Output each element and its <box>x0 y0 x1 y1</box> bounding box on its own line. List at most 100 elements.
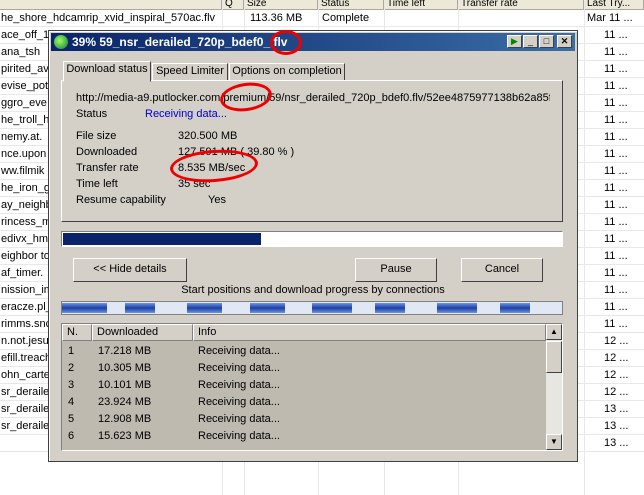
file-last-try: 11 ... <box>604 46 628 58</box>
dialog-title: 39% 59_nsr_derailed_720p_bdef0_.flv <box>72 35 288 49</box>
connection-info: Receiving data... <box>198 396 280 408</box>
list-item[interactable]: he_shore_hdcamrip_xvid_inspiral_570ac.fl… <box>0 10 644 27</box>
tab-options-on-completion[interactable]: Options on completion <box>229 63 345 81</box>
connection-number: 1 <box>68 345 75 357</box>
file-last-try: 11 ... <box>604 131 628 143</box>
file-last-try: 12 ... <box>604 386 629 398</box>
cancel-button[interactable]: Cancel <box>461 258 543 282</box>
tab-download-status[interactable]: Download status <box>63 61 151 82</box>
column-header-size[interactable]: Size <box>244 0 318 10</box>
download-progress-dialog: 39% 59_nsr_derailed_720p_bdef0_.flv ▶ _ … <box>48 30 578 462</box>
maximize-button[interactable]: □ <box>539 35 554 48</box>
connection-info: Receiving data... <box>198 430 280 442</box>
connection-number: 3 <box>68 379 75 391</box>
file-name: he_shore_hdcamrip_xvid_inspiral_570ac.fl… <box>1 12 216 24</box>
scroll-up-icon[interactable]: ▲ <box>546 324 562 340</box>
file-last-try: 11 ... <box>604 165 628 177</box>
column-header-status[interactable]: Status <box>318 0 384 10</box>
status-label: Status <box>76 108 108 120</box>
file-last-try: 11 ... <box>604 233 628 245</box>
table-row[interactable]: 1 17.218 MB Receiving data... <box>62 343 546 360</box>
table-row[interactable]: 2 10.305 MB Receiving data... <box>62 360 546 377</box>
connection-segment <box>62 303 107 313</box>
file-last-try: 11 ... <box>604 216 628 228</box>
file-size: 113.36 MB <box>250 12 303 24</box>
connection-downloaded: 10.305 MB <box>98 362 152 374</box>
app-globe-icon <box>54 35 68 49</box>
connection-segment <box>125 303 155 313</box>
connection-downloaded: 12.908 MB <box>98 413 152 425</box>
file-last-try: 11 ... <box>604 199 628 211</box>
table-row[interactable]: 6 15.623 MB Receiving data... <box>62 428 546 445</box>
download-status-panel: http://media-a9.putlocker.com/premium/59… <box>61 80 563 222</box>
connection-downloaded: 15.623 MB <box>98 430 152 442</box>
connections-progress-bar <box>61 301 563 315</box>
connection-segment <box>312 303 352 313</box>
annotation-circle-extension <box>270 30 302 55</box>
connections-caption: Start positions and download progress by… <box>181 284 445 296</box>
connection-number: 4 <box>68 396 75 408</box>
column-header-transfer-rate[interactable]: Transfer rate <box>458 0 584 10</box>
column-header-q[interactable]: Q <box>222 0 244 10</box>
table-row[interactable]: 3 10.101 MB Receiving data... <box>62 377 546 394</box>
file-last-try: 11 ... <box>604 250 628 262</box>
pause-button[interactable]: Pause <box>355 258 437 282</box>
connection-number: 2 <box>68 362 75 374</box>
column-header-filename[interactable] <box>0 0 222 10</box>
connection-info: Receiving data... <box>198 379 280 391</box>
connection-info: Receiving data... <box>198 413 280 425</box>
close-button[interactable]: ✕ <box>557 35 572 48</box>
file-last-try: 13 ... <box>604 403 629 415</box>
vertical-scrollbar[interactable]: ▲ ▼ <box>546 324 562 450</box>
downloaded-label: Downloaded <box>76 146 138 158</box>
title-bar[interactable]: 39% 59_nsr_derailed_720p_bdef0_.flv ▶ _ … <box>51 33 575 51</box>
file-last-try: 11 ... <box>604 318 628 330</box>
table-row[interactable]: 5 12.908 MB Receiving data... <box>62 411 546 428</box>
download-progress-bar <box>61 231 563 247</box>
file-status: Complete <box>322 12 370 24</box>
connection-segment <box>187 303 222 313</box>
connection-downloaded: 23.924 MB <box>98 396 152 408</box>
file-last-try: 12 ... <box>604 369 629 381</box>
connection-number: 6 <box>68 430 75 442</box>
column-header-number[interactable]: N. <box>62 324 92 341</box>
file-last-try: 11 ... <box>604 284 628 296</box>
column-header-time-left[interactable]: Time left <box>384 0 458 10</box>
connection-segment <box>375 303 405 313</box>
scroll-thumb[interactable] <box>546 341 562 373</box>
file-last-try: 11 ... <box>604 80 628 92</box>
file-last-try: 11 ... <box>604 182 628 194</box>
play-icon[interactable]: ▶ <box>507 35 522 48</box>
file-last-try: 11 ... <box>604 267 628 279</box>
column-header-downloaded[interactable]: Downloaded <box>92 324 193 341</box>
connection-number: 5 <box>68 413 75 425</box>
connection-downloaded: 10.101 MB <box>98 379 152 391</box>
column-header-info[interactable]: Info <box>193 324 546 341</box>
resume-capability-value: Yes <box>208 194 226 206</box>
connections-table[interactable]: N. Downloaded Info 1 17.218 MB Receiving d… <box>61 323 563 451</box>
status-value: Receiving data... <box>145 108 227 120</box>
connection-segment <box>437 303 477 313</box>
file-last-try: 11 ... <box>604 29 628 41</box>
file-last-try: 12 ... <box>604 335 629 347</box>
connection-downloaded: 17.218 MB <box>98 345 152 357</box>
file-last-try: Mar 11 ... <box>587 12 633 24</box>
column-header-last-try[interactable]: Last Try... <box>584 0 644 10</box>
file-last-try: 12 ... <box>604 352 629 364</box>
table-row[interactable]: 4 23.924 MB Receiving data... <box>62 394 546 411</box>
file-last-try: 11 ... <box>604 148 628 160</box>
download-url: http://media-a9.putlocker.com/premium/59… <box>76 92 550 104</box>
connection-segment <box>250 303 285 313</box>
file-last-try: 11 ... <box>604 97 628 109</box>
scroll-down-icon[interactable]: ▼ <box>546 434 562 450</box>
file-last-try: 13 ... <box>604 420 629 432</box>
connection-info: Receiving data... <box>198 362 280 374</box>
time-left-label: Time left <box>76 178 118 190</box>
tab-speed-limiter[interactable]: Speed Limiter <box>152 63 228 81</box>
file-last-try: 13 ... <box>604 437 629 449</box>
connection-info: Receiving data... <box>198 345 280 357</box>
hide-details-button[interactable]: << Hide details <box>73 258 187 282</box>
minimize-button[interactable]: _ <box>523 35 538 48</box>
resume-capability-label: Resume capability <box>76 194 166 206</box>
file-size-value: 320.500 MB <box>178 130 238 142</box>
